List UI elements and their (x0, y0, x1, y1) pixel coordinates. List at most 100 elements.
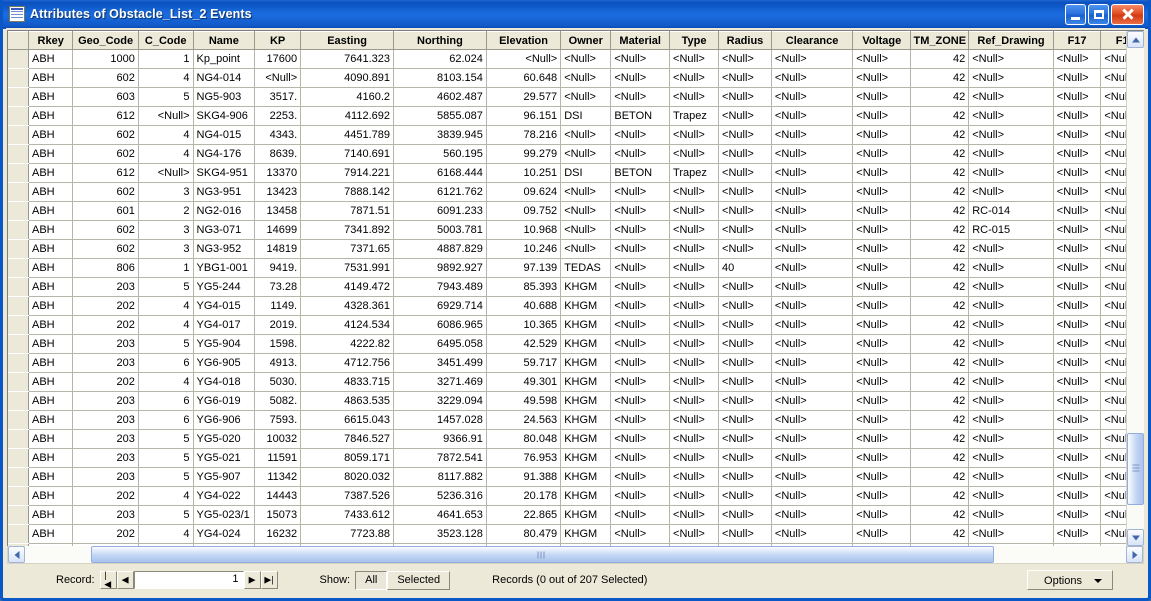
cell-c-code[interactable]: 4 (138, 524, 194, 544)
cell-radius[interactable]: <Null> (718, 467, 772, 487)
cell-easting[interactable]: 7914.221 (300, 163, 394, 183)
cell-f17[interactable]: <Null> (1053, 144, 1102, 164)
cell-ref-drawing[interactable]: RC-015 (968, 220, 1054, 240)
cell-f17[interactable]: <Null> (1053, 448, 1102, 468)
cell-elevation[interactable]: 42.529 (486, 334, 562, 354)
cell-kp[interactable]: 14819 (254, 239, 302, 259)
cell-type[interactable]: <Null> (669, 486, 720, 506)
cell-type[interactable]: <Null> (669, 505, 720, 525)
cell-elevation[interactable]: 76.953 (486, 448, 562, 468)
cell-name[interactable]: Kp_point (193, 49, 256, 69)
first-record-icon[interactable]: |◀ (99, 571, 117, 589)
cell-kp[interactable]: 4913. (254, 353, 302, 373)
cell-geo-code[interactable]: 203 (72, 505, 139, 525)
cell-clearance[interactable]: <Null> (771, 467, 854, 487)
cell-rkey[interactable]: ABH (28, 372, 74, 392)
cell-radius[interactable]: <Null> (718, 524, 772, 544)
table-row[interactable]: ABH 203 5 YG5-244 73.28 4149.472 7943.489 85.39… (8, 277, 1144, 297)
cell-ref-drawing[interactable]: <Null> (968, 125, 1054, 145)
cell-elevation[interactable]: 96.151 (486, 106, 562, 126)
cell-owner[interactable]: KHGM (560, 524, 612, 544)
cell-easting[interactable]: 4149.472 (300, 277, 394, 297)
cell-c-code[interactable]: 4 (138, 296, 194, 316)
cell-northing[interactable]: 5855.087 (393, 106, 487, 126)
maximize-button[interactable] (1088, 3, 1109, 25)
cell-voltage[interactable]: <Null> (852, 315, 912, 335)
table-row[interactable]: ABH 202 4 YG4-022 14443 7387.526 5236.316 20.17… (8, 486, 1144, 506)
cell-easting[interactable]: 4090.891 (300, 68, 394, 88)
table-row[interactable]: ABH 202 4 YG4-015 1149. 4328.361 6929.714 40.68… (8, 296, 1144, 316)
cell-easting[interactable]: 4863.535 (300, 391, 394, 411)
cell-f17[interactable]: <Null> (1053, 68, 1102, 88)
cell-ref-drawing[interactable]: <Null> (968, 448, 1054, 468)
cell-clearance[interactable]: <Null> (771, 296, 854, 316)
cell-voltage[interactable]: <Null> (852, 182, 912, 202)
table-row[interactable]: ABH 602 3 NG3-952 14819 7371.65 4887.829 10.246… (8, 239, 1144, 259)
cell-tm-zone[interactable]: 42 (910, 201, 970, 221)
cell-owner[interactable]: KHGM (560, 467, 612, 487)
cell-voltage[interactable]: <Null> (852, 391, 912, 411)
cell-name[interactable]: YG5-020 (193, 429, 256, 449)
vertical-scrollbar[interactable] (1126, 31, 1144, 546)
cell-name[interactable]: YG5-023/1 (193, 505, 256, 525)
cell-northing[interactable]: 6091.233 (393, 201, 487, 221)
cell-c-code[interactable]: 4 (138, 372, 194, 392)
table-row[interactable]: ABH 602 3 NG3-071 14699 7341.892 5003.781 10.96… (8, 220, 1144, 240)
cell-geo-code[interactable]: 1000 (72, 49, 139, 69)
cell-name[interactable]: YG5-907 (193, 467, 256, 487)
cell-geo-code[interactable]: 601 (72, 201, 139, 221)
column-header-owner[interactable]: Owner (560, 31, 612, 50)
cell-c-code[interactable]: 1 (138, 49, 194, 69)
cell-tm-zone[interactable]: 42 (910, 277, 970, 297)
cell-elevation[interactable]: 09.752 (486, 201, 562, 221)
cell-kp[interactable]: 73.28 (254, 277, 302, 297)
column-header-clearance[interactable]: Clearance (771, 31, 854, 50)
cell-type[interactable]: <Null> (669, 87, 720, 107)
cell-type[interactable]: <Null> (669, 410, 720, 430)
cell-name[interactable]: NG3-952 (193, 239, 256, 259)
cell-clearance[interactable]: <Null> (771, 429, 854, 449)
table-row[interactable]: ABH 202 4 YG4-024 16232 7723.88 3523.128 80.479… (8, 524, 1144, 544)
cell-elevation[interactable]: 10.246 (486, 239, 562, 259)
cell-voltage[interactable]: <Null> (852, 353, 912, 373)
cell-type[interactable]: <Null> (669, 239, 720, 259)
cell-radius[interactable]: <Null> (718, 68, 772, 88)
cell-ref-drawing[interactable]: <Null> (968, 429, 1054, 449)
cell-c-code[interactable]: 4 (138, 315, 194, 335)
cell-northing[interactable]: 560.195 (393, 144, 487, 164)
cell-tm-zone[interactable]: 42 (910, 486, 970, 506)
cell-ref-drawing[interactable]: <Null> (968, 87, 1054, 107)
cell-owner[interactable]: KHGM (560, 353, 612, 373)
cell-geo-code[interactable]: 203 (72, 277, 139, 297)
cell-elevation[interactable]: 85.393 (486, 277, 562, 297)
column-header-elevation[interactable]: Elevation (486, 31, 562, 50)
cell-c-code[interactable]: 5 (138, 87, 194, 107)
cell-voltage[interactable]: <Null> (852, 410, 912, 430)
cell-ref-drawing[interactable]: <Null> (968, 334, 1054, 354)
select-all-header[interactable] (8, 31, 29, 50)
cell-type[interactable]: <Null> (669, 372, 720, 392)
cell-kp[interactable]: 9419. (254, 258, 302, 278)
cell-type[interactable]: <Null> (669, 125, 720, 145)
cell-radius[interactable]: <Null> (718, 201, 772, 221)
cell-voltage[interactable]: <Null> (852, 201, 912, 221)
cell-clearance[interactable]: <Null> (771, 391, 854, 411)
cell-rkey[interactable]: ABH (28, 524, 74, 544)
cell-material[interactable]: <Null> (610, 429, 671, 449)
cell-ref-drawing[interactable]: <Null> (968, 315, 1054, 335)
cell-type[interactable]: <Null> (669, 220, 720, 240)
cell-rkey[interactable]: ABH (28, 277, 74, 297)
cell-c-code[interactable]: 1 (138, 258, 194, 278)
cell-name[interactable]: YG4-024 (193, 524, 256, 544)
cell-northing[interactable]: 9892.927 (393, 258, 487, 278)
cell-owner[interactable]: <Null> (560, 49, 612, 69)
cell-elevation[interactable]: 20.178 (486, 486, 562, 506)
cell-c-code[interactable]: 5 (138, 334, 194, 354)
cell-elevation[interactable]: 59.717 (486, 353, 562, 373)
cell-type[interactable]: <Null> (669, 49, 720, 69)
column-header-name[interactable]: Name (193, 31, 256, 50)
cell-owner[interactable]: <Null> (560, 68, 612, 88)
cell-name[interactable]: YG6-906 (193, 410, 256, 430)
cell-radius[interactable]: 40 (718, 258, 772, 278)
cell-voltage[interactable]: <Null> (852, 296, 912, 316)
